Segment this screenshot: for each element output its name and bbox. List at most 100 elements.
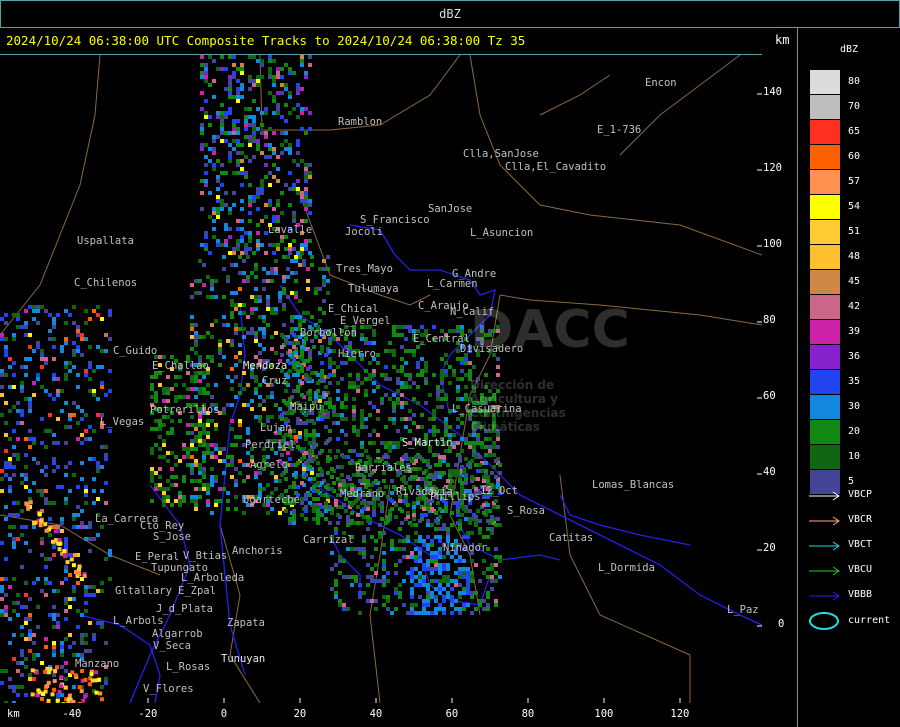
legend-swatch (810, 170, 840, 194)
place-label: Mendoza (243, 360, 288, 372)
place-label: Catitas (549, 532, 594, 544)
place-label: V_Seca (153, 640, 191, 652)
radar-echoes (0, 55, 502, 703)
composite-title: 2024/10/24 06:38:00 UTC Composite Tracks… (6, 33, 526, 48)
place-label: Ninador (443, 542, 488, 554)
place-label: L_Rosas (166, 661, 211, 673)
place-label: Maipu (290, 401, 322, 413)
track-arrow-icon (809, 591, 840, 601)
place-label: Encon (645, 77, 677, 89)
legend-title: dBZ (840, 44, 859, 55)
current-label: current (848, 615, 891, 626)
place-label: L_Arbols (113, 615, 164, 627)
legend-label: 60 (848, 151, 861, 162)
y-tick-label: 80 (763, 314, 776, 326)
place-label: Cruz (262, 375, 288, 387)
place-label: L_Paz (727, 604, 759, 616)
place-label: C_Guido (113, 345, 158, 357)
legend-label: 35 (848, 376, 861, 387)
legend-swatch (810, 345, 840, 369)
place-label: SanJose (428, 203, 473, 215)
place-label: Lavalle (268, 224, 313, 236)
y-tick-label: 60 (763, 390, 776, 402)
y-axis-unit-label: km (775, 33, 790, 47)
y-tick-label: 0 (778, 618, 785, 630)
place-label: Hierro (338, 348, 376, 360)
legend-swatch (810, 270, 840, 294)
place-label: L_Carmen (427, 278, 478, 290)
legend-label: 48 (848, 251, 861, 262)
place-label: L_Vegas (100, 416, 145, 428)
x-tick-label: -40 (62, 708, 82, 720)
legend-label: 45 (848, 276, 861, 287)
place-label: L_Casuarina (452, 403, 522, 415)
legend-swatch (810, 195, 840, 219)
place-label: E_Vergel (340, 315, 391, 327)
place-label: Ugarteche (243, 494, 300, 506)
place-label: J_d_Plata (156, 603, 213, 615)
place-label: E_Zpal (178, 585, 216, 597)
place-label: E_Challao (152, 360, 209, 372)
place-label: L_Arboleda (181, 572, 245, 584)
legend-swatch (810, 320, 840, 344)
department-borders (0, 55, 762, 703)
place-label: E_Chical (328, 303, 379, 315)
track-arrow-icon (809, 491, 840, 501)
track-label: VBBB (848, 589, 873, 600)
legend-swatch (810, 395, 840, 419)
track-label: VBCR (848, 514, 873, 525)
track-label: VBCP (848, 489, 873, 500)
x-tick-label: 80 (521, 708, 535, 720)
place-label: C_Chilenos (74, 277, 138, 289)
place-label: L_Asuncion (470, 227, 534, 239)
place-label: Carrizal (303, 534, 354, 546)
place-label: Divisadero (460, 343, 524, 355)
place-label: S_Martin (402, 437, 453, 449)
legend-swatch (810, 445, 840, 469)
current-ellipse-icon (809, 612, 839, 630)
legend-label: 30 (848, 401, 861, 412)
legend-label: 10 (848, 451, 861, 462)
x-tick-label: 0 (220, 708, 228, 720)
place-label: Anchoris (232, 545, 283, 557)
legend-label: 54 (848, 201, 861, 212)
place-label: Barriales (355, 462, 412, 474)
place-label: V_Flores (143, 683, 194, 695)
place-label: Clla,SanJose (463, 148, 539, 160)
x-tick-label: 100 (594, 708, 614, 720)
place-label: Gltallary (115, 585, 172, 597)
radar-map-canvas[interactable] (0, 55, 762, 703)
legend-label: 39 (848, 326, 861, 337)
legend-swatch (810, 220, 840, 244)
x-tick-label: -20 (138, 708, 158, 720)
place-label: V_Btias (183, 550, 228, 562)
radar-map[interactable] (0, 54, 762, 703)
legend-label: 65 (848, 126, 861, 137)
place-label: Perdriel (245, 439, 296, 451)
header-divider (0, 27, 900, 28)
legend-label: 51 (848, 226, 861, 237)
place-label: Phillips (430, 491, 481, 503)
legend-label: 80 (848, 76, 861, 87)
legend-swatch (810, 120, 840, 144)
track-arrow-icon (809, 566, 840, 576)
legend-label: 42 (848, 301, 861, 312)
x-tick-label: 40 (369, 708, 383, 720)
legend-divider (797, 28, 798, 727)
track-arrow-icon (809, 516, 840, 526)
track-arrow-icon (809, 541, 840, 551)
legend-swatch (810, 420, 840, 444)
legend-label: 36 (848, 351, 861, 362)
window-title-bar: dBZ (0, 0, 900, 27)
window-title: dBZ (439, 7, 461, 21)
legend-swatch (810, 95, 840, 119)
place-label: Lujan (260, 422, 292, 434)
place-label: Tulumaya (348, 283, 399, 295)
x-tick-label: 60 (445, 708, 459, 720)
legend-label: 5 (848, 476, 855, 487)
legend-swatch (810, 245, 840, 269)
place-label: Lomas_Blancas (592, 479, 675, 491)
place-label: Borbollon (300, 327, 357, 339)
x-axis-unit-label: km (7, 708, 20, 720)
place-label: Algarrob (152, 628, 203, 640)
